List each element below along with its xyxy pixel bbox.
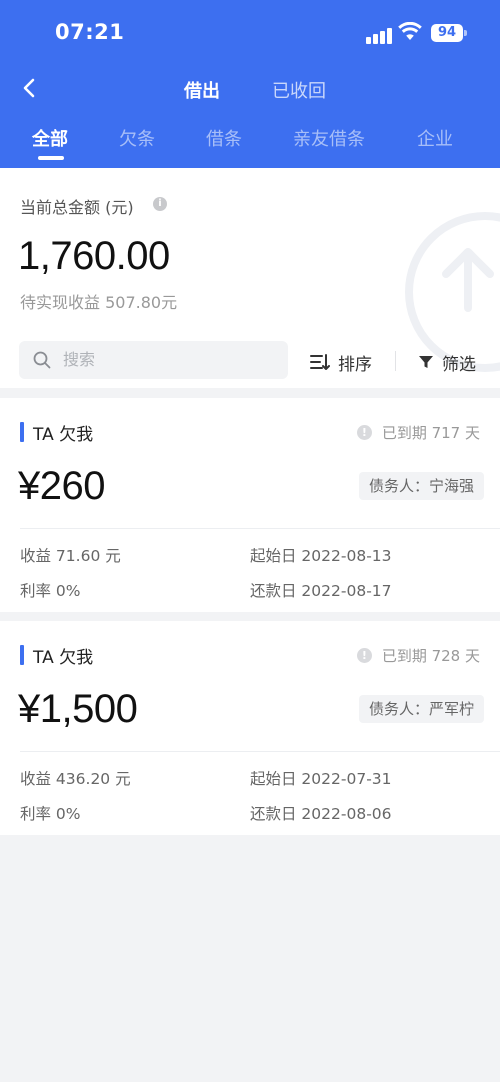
filter-label: 筛选 xyxy=(442,354,476,375)
wifi-icon xyxy=(398,22,422,40)
summary-panel: 当前总金额 (元) i 1,760.00 待实现收益 507.80元 搜索 排序… xyxy=(0,168,500,388)
search-box[interactable]: 搜索 xyxy=(19,341,288,379)
battery-cap xyxy=(464,30,467,36)
toolbar-divider xyxy=(395,351,396,371)
record-start-date: 起始日 2022-07-31 xyxy=(250,770,392,788)
debtor-badge: 债务人：宁海强 xyxy=(358,472,484,500)
record-start-date: 起始日 2022-08-13 xyxy=(250,547,392,565)
card-accent-bar xyxy=(20,422,24,442)
record-card[interactable]: TA 欠我 ! 已到期 728 天 ¥1,500 债务人：严军柠 收益 436.… xyxy=(0,621,500,835)
filter-icon xyxy=(419,356,433,368)
record-amount: ¥1,500 xyxy=(18,687,138,731)
warning-icon: ! xyxy=(356,425,372,440)
card-accent-bar xyxy=(20,645,24,665)
search-icon xyxy=(33,351,51,369)
debtor-badge: 债务人：严军柠 xyxy=(358,695,484,723)
status-bar: 07:21 94 xyxy=(0,18,500,52)
battery-icon: 94 xyxy=(431,24,463,42)
app-header: 07:21 94 借出 已收回 全部 欠条 借条 亲友借条 企业 xyxy=(0,0,500,168)
overdue-status: ! 已到期 728 天 xyxy=(356,645,480,666)
overdue-status: ! 已到期 717 天 xyxy=(356,422,480,443)
category-tab-friends[interactable]: 亲友借条 xyxy=(293,125,365,151)
record-amount: ¥260 xyxy=(18,464,105,508)
info-icon[interactable]: i xyxy=(153,197,167,211)
warning-icon: ! xyxy=(356,648,372,663)
total-amount: 1,760.00 xyxy=(18,234,170,278)
record-due-date: 还款日 2022-08-06 xyxy=(250,805,392,823)
category-tab-iou[interactable]: 欠条 xyxy=(119,125,155,151)
sort-icon xyxy=(310,354,330,370)
record-title: TA 欠我 xyxy=(33,425,94,445)
back-arrow-icon[interactable] xyxy=(18,76,42,100)
category-tab-all[interactable]: 全部 xyxy=(32,125,68,151)
active-tab-indicator xyxy=(38,156,64,160)
filter-button[interactable]: 筛选 xyxy=(418,348,476,376)
record-due-date: 还款日 2022-08-17 xyxy=(250,582,392,600)
tab-lent[interactable]: 借出 xyxy=(184,77,220,103)
category-tab-loan-note[interactable]: 借条 xyxy=(206,125,242,151)
sort-button[interactable]: 排序 xyxy=(310,348,372,376)
card-divider xyxy=(20,528,500,529)
record-card[interactable]: TA 欠我 ! 已到期 717 天 ¥260 债务人：宁海强 收益 71.60 … xyxy=(0,398,500,612)
record-title: TA 欠我 xyxy=(33,648,94,668)
card-divider xyxy=(20,751,500,752)
record-rate: 利率 0% xyxy=(20,582,81,600)
record-rate: 利率 0% xyxy=(20,805,81,823)
category-tab-enterprise[interactable]: 企业 xyxy=(417,125,453,151)
record-income: 收益 71.60 元 xyxy=(20,547,121,565)
status-time: 07:21 xyxy=(55,20,125,44)
pending-income: 待实现收益 507.80元 xyxy=(20,293,178,312)
overdue-text: 已到期 717 天 xyxy=(381,424,480,442)
sort-label: 排序 xyxy=(338,354,372,375)
search-input[interactable]: 搜索 xyxy=(63,341,95,379)
tab-recovered[interactable]: 已收回 xyxy=(272,77,326,103)
total-amount-label: 当前总金额 (元) xyxy=(20,198,134,217)
overdue-text: 已到期 728 天 xyxy=(381,647,480,665)
cellular-signal-icon xyxy=(366,26,392,44)
decorative-up-arrow-icon xyxy=(442,248,494,312)
record-income: 收益 436.20 元 xyxy=(20,770,131,788)
